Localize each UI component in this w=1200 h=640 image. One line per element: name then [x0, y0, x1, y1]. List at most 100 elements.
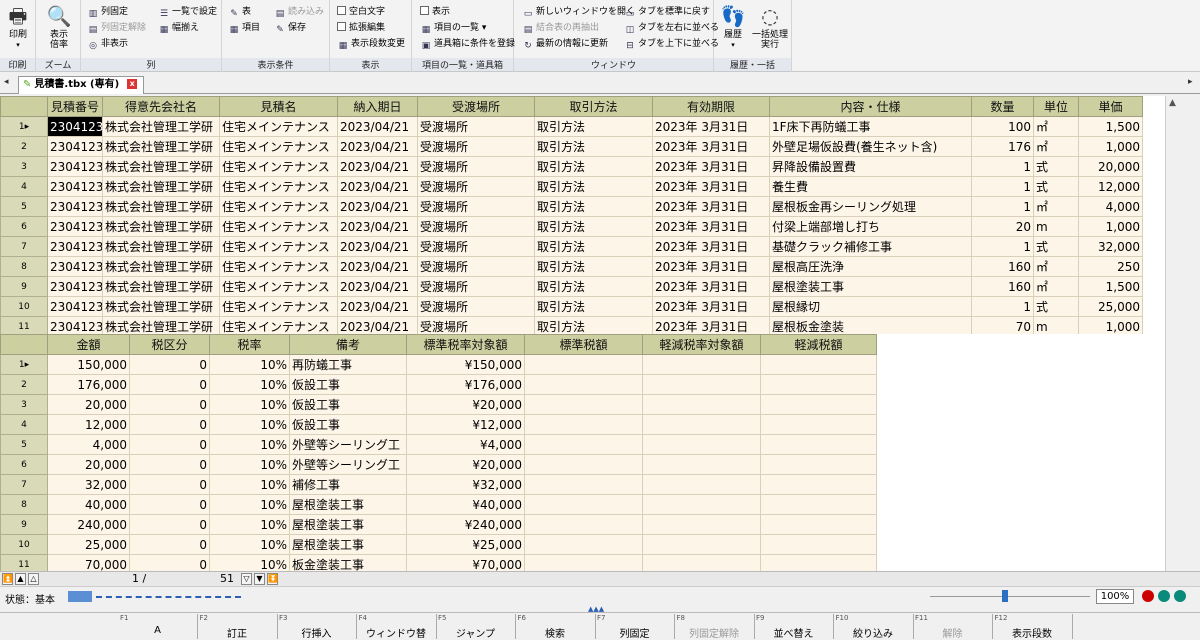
reextract-button[interactable]: ▤ 結合表の再抽出 [522, 22, 599, 36]
table-cell[interactable]: 2023年 3月31日 [652, 276, 770, 297]
table-cell[interactable]: 住宅メインテナンス [219, 156, 338, 177]
table-cell[interactable]: 0 [129, 374, 210, 395]
table-cell[interactable]: ¥4,000 [406, 434, 525, 455]
table-cell[interactable]: 住宅メインテナンス [219, 116, 338, 137]
table-cell[interactable]: m [1033, 216, 1079, 237]
list-setting-button[interactable]: ☰ 一覧で設定 [158, 6, 217, 20]
table-cell[interactable]: 32,000 [1078, 236, 1143, 257]
table-cell[interactable]: 240,000 [47, 514, 130, 535]
hide-column-button[interactable]: ◎ 非表示 [87, 38, 128, 52]
column-header[interactable]: 標準税額 [524, 334, 643, 355]
tab-scroll-right-icon[interactable]: ▸ [1188, 77, 1193, 87]
table-cell[interactable]: 2023/04/21 [337, 296, 418, 317]
column-header[interactable]: 標準税率対象額 [406, 334, 525, 355]
document-tab[interactable]: ✎ 見積書.tbx (専有) x [18, 76, 145, 94]
table-cell[interactable]: 10% [209, 434, 290, 455]
table-cell[interactable]: 0 [129, 474, 210, 495]
table-cell[interactable]: 仮設工事 [289, 394, 407, 415]
table-cell[interactable]: 板金塗装工事 [289, 554, 407, 572]
table-cell[interactable]: 住宅メインテナンス [219, 236, 338, 257]
print-button[interactable]: 🖶 印刷 ▾ [4, 4, 32, 50]
table-cell[interactable]: 受渡場所 [417, 116, 535, 137]
table-cell[interactable]: 2304123 [47, 196, 103, 217]
table-cell[interactable]: 基礎クラック補修工事 [769, 236, 972, 257]
table-cell[interactable]: 2304123 [47, 276, 103, 297]
table-cell[interactable]: m [1033, 316, 1079, 334]
table-cell[interactable]: 株式会社管理工学研 [102, 156, 220, 177]
table-cell[interactable]: ¥20,000 [406, 394, 525, 415]
row-number[interactable]: 6 [0, 216, 48, 237]
table-row[interactable]: 1▸ 2304123 株式会社管理工学研 住宅メインテナンス 2023/04/21 受渡場… [0, 116, 1143, 137]
table-cell[interactable] [642, 394, 761, 415]
table-cell[interactable]: 4,000 [47, 434, 130, 455]
refresh-button[interactable]: ↻ 最新の情報に更新 [522, 38, 608, 52]
table-cell[interactable]: 2304123 [47, 156, 103, 177]
table-cell[interactable]: 補修工事 [289, 474, 407, 495]
item-button[interactable]: ▦ 項目 [228, 22, 260, 36]
table-row[interactable]: 3 20,000 0 10% 仮設工事 ¥20,000 [0, 394, 877, 415]
first-record-button[interactable]: ⏫ [2, 573, 13, 585]
table-cell[interactable]: ¥20,000 [406, 454, 525, 475]
table-cell[interactable]: 1 [971, 296, 1034, 317]
table-cell[interactable]: 2023年 3月31日 [652, 236, 770, 257]
new-window-button[interactable]: ▭ 新しいウィンドウを開く [522, 6, 635, 20]
fkey-f7-button[interactable]: F7 列固定 [595, 614, 675, 640]
table-cell[interactable]: 2304123 [47, 176, 103, 197]
row-number[interactable]: 2 [0, 374, 48, 395]
table-cell[interactable]: 2023年 3月31日 [652, 296, 770, 317]
table-cell[interactable]: 受渡場所 [417, 156, 535, 177]
row-number[interactable]: 5 [0, 434, 48, 455]
table-cell[interactable] [642, 434, 761, 455]
column-header[interactable]: 取引方法 [534, 96, 653, 117]
table-cell[interactable] [524, 434, 643, 455]
table-cell[interactable] [642, 514, 761, 535]
register-toolbox-button[interactable]: ▣ 道具箱に条件を登録 [420, 38, 515, 52]
table-cell[interactable]: 176 [971, 136, 1034, 157]
table-cell[interactable] [524, 354, 643, 375]
row-number[interactable]: 9 [0, 514, 48, 535]
history-button[interactable]: 👣 履歴 ▾ [720, 4, 746, 50]
table-cell[interactable]: 受渡場所 [417, 256, 535, 277]
extended-edit-checkbox[interactable]: 拡張編集 [337, 22, 385, 36]
table-cell[interactable] [642, 494, 761, 515]
column-header[interactable]: 見積名 [219, 96, 338, 117]
table-cell[interactable]: 取引方法 [534, 156, 653, 177]
table-cell[interactable]: 250 [1078, 256, 1143, 277]
table-cell[interactable]: 受渡場所 [417, 216, 535, 237]
table-cell[interactable]: 2023/04/21 [337, 136, 418, 157]
table-cell[interactable]: 住宅メインテナンス [219, 136, 338, 157]
table-cell[interactable]: 取引方法 [534, 176, 653, 197]
table-cell[interactable]: 150,000 [47, 354, 130, 375]
table-cell[interactable]: 0 [129, 554, 210, 572]
last-record-button[interactable]: ⏬ [267, 573, 278, 585]
fkey-f11-button[interactable]: F11 解除 [913, 614, 993, 640]
table-cell[interactable]: 株式会社管理工学研 [102, 136, 220, 157]
table-cell[interactable]: 1 [971, 196, 1034, 217]
table-cell[interactable]: 屋根板金再シーリング処理 [769, 196, 972, 217]
table-cell[interactable]: 1,000 [1078, 136, 1143, 157]
table-cell[interactable]: 2023年 3月31日 [652, 216, 770, 237]
table-row[interactable]: 5 2304123 株式会社管理工学研 住宅メインテナンス 2023/04/21 受渡場所… [0, 196, 1143, 217]
table-cell[interactable]: 住宅メインテナンス [219, 196, 338, 217]
row-number[interactable]: 2 [0, 136, 48, 157]
table-cell[interactable]: 100 [971, 116, 1034, 137]
row-count-button[interactable]: ▦ 表示段数変更 [337, 38, 405, 52]
table-cell[interactable]: 付梁上端部増し打ち [769, 216, 972, 237]
fkey-f10-button[interactable]: F10 絞り込み [834, 614, 914, 640]
table-cell[interactable]: 2023年 3月31日 [652, 316, 770, 334]
table-cell[interactable]: 屋根塗装工事 [289, 514, 407, 535]
table-cell[interactable]: 1,000 [1078, 216, 1143, 237]
table-cell[interactable]: 2023/04/21 [337, 196, 418, 217]
table-cell[interactable]: 屋根塗装工事 [769, 276, 972, 297]
column-fix-button[interactable]: ▥ 列固定 [87, 6, 128, 20]
table-cell[interactable]: 住宅メインテナンス [219, 176, 338, 197]
table-cell[interactable]: 2304123 [47, 136, 103, 157]
tab-standard-button[interactable]: ▭ タブを標準に戻す [624, 6, 710, 20]
table-cell[interactable]: 受渡場所 [417, 136, 535, 157]
table-cell[interactable] [760, 454, 877, 475]
table-cell[interactable]: 1 [971, 176, 1034, 197]
fkey-f6-button[interactable]: F6 検索 [516, 614, 596, 640]
table-cell[interactable] [642, 534, 761, 555]
table-cell[interactable]: 2023年 3月31日 [652, 116, 770, 137]
row-number[interactable]: 4 [0, 176, 48, 197]
